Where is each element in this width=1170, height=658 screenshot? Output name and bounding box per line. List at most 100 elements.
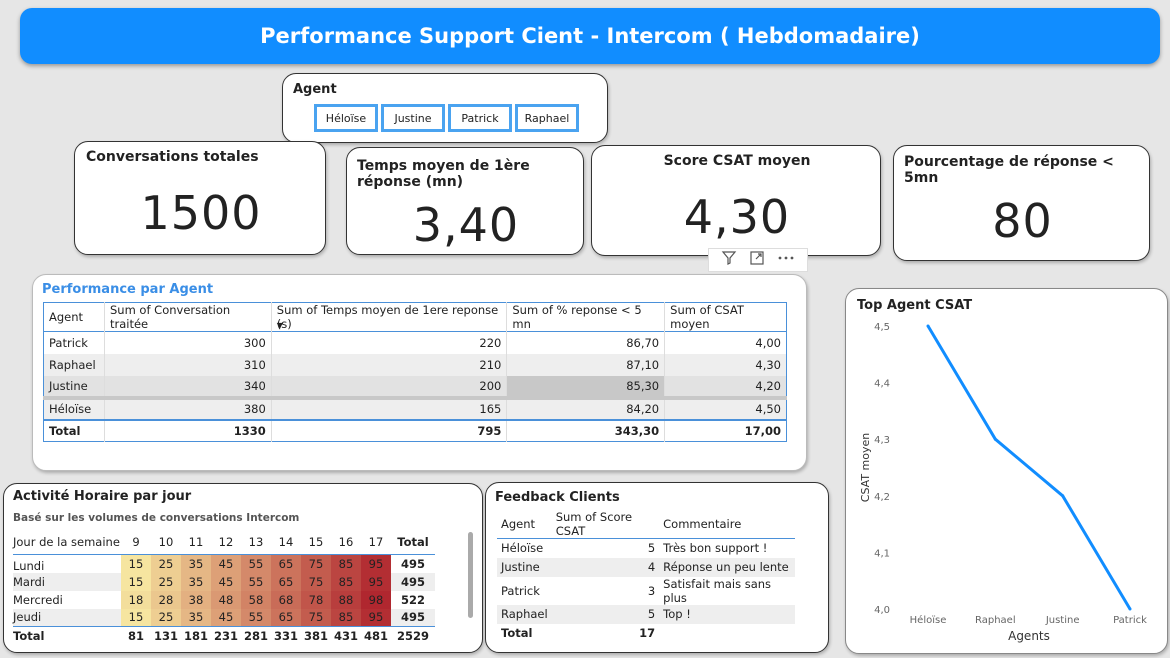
slicer-option-raphael[interactable]: Raphael [515, 104, 579, 132]
heatmap-cell: 85 [331, 608, 361, 627]
y-tick-label: 4,0 [874, 605, 890, 616]
heatmap-cell: 45 [211, 572, 241, 591]
slicer-option-patrick[interactable]: Patrick [448, 104, 512, 132]
cell-value: 340 [104, 375, 272, 398]
table-row[interactable]: Patrick 300 220 86,70 4,00 [43, 331, 787, 354]
heatmap-cell: 95 [361, 608, 391, 627]
scrollbar-thumb[interactable] [468, 532, 473, 618]
table-total-row: Total 17 [497, 624, 795, 643]
y-tick-label: 4,3 [874, 435, 890, 446]
performance-table-card: Performance par Agent Agent Sum of Conve… [32, 274, 807, 471]
csat-line-chart: 4,0 4,1 4,2 4,3 4,4 4,5 Héloïse Raphael Justine P… [859, 322, 1147, 643]
heatmap-cell: 98 [361, 590, 391, 609]
cell-comment: Top ! [663, 607, 691, 621]
column-header-agent[interactable]: Agent [43, 302, 105, 332]
heatmap-cell: 75 [301, 572, 331, 591]
heatmap-cell: 45 [211, 608, 241, 627]
feedback-table: Agent Sum of Score CSAT Commentaire Hélo… [497, 510, 795, 643]
slicer-title: Agent [293, 82, 337, 97]
data-point [1061, 494, 1065, 498]
column-total: 331 [273, 628, 298, 643]
kpi-pourcentage-card: Pourcentage de réponse < 5mn 80 [893, 145, 1150, 261]
more-options-icon[interactable] [777, 250, 795, 270]
column-header-conversations[interactable]: Sum of Conversation traitée [104, 302, 272, 332]
heatmap-total-row: Total 81 131 181 231 281 331 381 431 481 2529 [13, 626, 435, 645]
x-tick-label: Justine [1045, 615, 1080, 626]
heatmap-cell: 55 [241, 554, 271, 573]
slicer-option-justine[interactable]: Justine [381, 104, 445, 132]
hour-header: 12 [218, 534, 234, 549]
hour-header: 16 [338, 534, 354, 549]
y-tick-label: 4,1 [874, 548, 890, 559]
heatmap-cell: 15 [121, 554, 151, 573]
heatmap-cell: 15 [121, 608, 151, 627]
kpi-title: Score CSAT moyen [663, 153, 811, 169]
cell-value: 85,30 [506, 375, 666, 398]
table-row[interactable]: Raphael 5 Top ! [497, 604, 795, 624]
focus-mode-icon[interactable] [749, 250, 765, 270]
heatmap-cell: 55 [241, 572, 271, 591]
cell-agent: Justine [43, 375, 105, 398]
column-header-temps[interactable]: Sum of Temps moyen de 1ere reponse (s) ▼ [271, 302, 508, 332]
cell-agent: Patrick [43, 331, 105, 354]
heatmap-cell: 65 [271, 554, 301, 573]
column-header-score[interactable]: Sum of Score CSAT [552, 510, 659, 539]
column-header-agent[interactable]: Agent [497, 510, 552, 539]
data-point [1128, 607, 1132, 611]
heatmap-cell: 35 [181, 572, 211, 591]
column-total: 381 [303, 628, 328, 643]
cell-value: 200 [271, 375, 508, 398]
heatmap-cell: 65 [271, 572, 301, 591]
cell-comment: Réponse un peu lente [663, 560, 789, 574]
cell-value: 300 [104, 331, 272, 354]
heatmap-row[interactable]: Mardi 15 25 35 45 55 65 75 85 95 495 [13, 572, 435, 591]
column-total: 181 [183, 628, 208, 643]
hour-header: 11 [188, 534, 204, 549]
column-header-commentaire[interactable]: Commentaire [659, 510, 795, 539]
table-row[interactable]: Héloïse 380 165 84,20 4,50 [43, 397, 787, 420]
column-header-csat[interactable]: Sum of CSAT moyen [665, 303, 787, 332]
column-header-temps-label: Sum of Temps moyen de 1ere reponse (s) [276, 303, 499, 331]
table-row[interactable]: Raphael 310 210 87,10 4,30 [43, 353, 787, 376]
kpi-value: 3,40 [412, 198, 520, 252]
slicer-option-heloise[interactable]: Héloïse [314, 104, 378, 132]
table-row[interactable]: Justine 340 200 85,30 4,20 [43, 375, 787, 398]
feedback-title: Feedback Clients [495, 490, 620, 505]
table-row[interactable]: Héloïse 5 Très bon support ! [497, 538, 795, 558]
heatmap-cell: 68 [271, 590, 301, 609]
cell-value: 310 [104, 353, 272, 376]
hour-header: 17 [368, 534, 384, 549]
table-row[interactable]: Justine 4 Réponse un peu lente [497, 557, 795, 577]
heatmap-cell: 28 [151, 590, 181, 609]
column-total: 81 [127, 628, 144, 643]
heatmap-row[interactable]: Lundi 15 25 35 45 55 65 75 85 95 495 [13, 554, 435, 573]
corner-header: Jour de la semaine [13, 534, 120, 549]
y-tick-label: 4,2 [874, 492, 890, 503]
cell-value: 84,20 [506, 397, 666, 420]
y-tick-label: 4,4 [874, 379, 890, 390]
cell-agent: Justine [501, 560, 540, 574]
slicer-option-label: Raphael [524, 111, 570, 125]
heatmap-cell: 25 [151, 554, 181, 573]
heatmap-row[interactable]: Mercredi 18 28 38 48 58 68 78 88 98 522 [13, 590, 435, 609]
heatmap-row[interactable]: Jeudi 15 25 35 45 55 65 75 85 95 495 [13, 608, 435, 627]
heatmap-cell: 85 [331, 572, 361, 591]
table-title: Performance par Agent [42, 282, 214, 297]
filter-icon[interactable] [721, 250, 737, 270]
row-total: 495 [400, 556, 425, 571]
kpi-value: 80 [992, 194, 1053, 248]
cell-value: 4,20 [755, 378, 781, 393]
heatmap-cell: 75 [301, 608, 331, 627]
heatmap-cell: 48 [211, 590, 241, 609]
kpi-value: 4,30 [683, 190, 791, 244]
visual-header [708, 248, 808, 272]
sort-descending-icon[interactable]: ▼ [277, 321, 283, 330]
day-label: Mardi [13, 574, 45, 589]
slicer-option-label: Héloïse [325, 111, 367, 125]
column-header-pourcentage[interactable]: Sum of % reponse < 5 mn [506, 302, 666, 332]
table-row[interactable]: Patrick 3 Satisfait mais sans plus [497, 576, 795, 605]
agent-slicer: Agent Héloïse Justine Patrick Raphael [282, 73, 608, 143]
x-tick-label: Héloïse [910, 614, 947, 626]
heatmap-subtitle: Basé sur les volumes de conversations In… [13, 512, 300, 524]
cell-total-comment [659, 624, 795, 643]
